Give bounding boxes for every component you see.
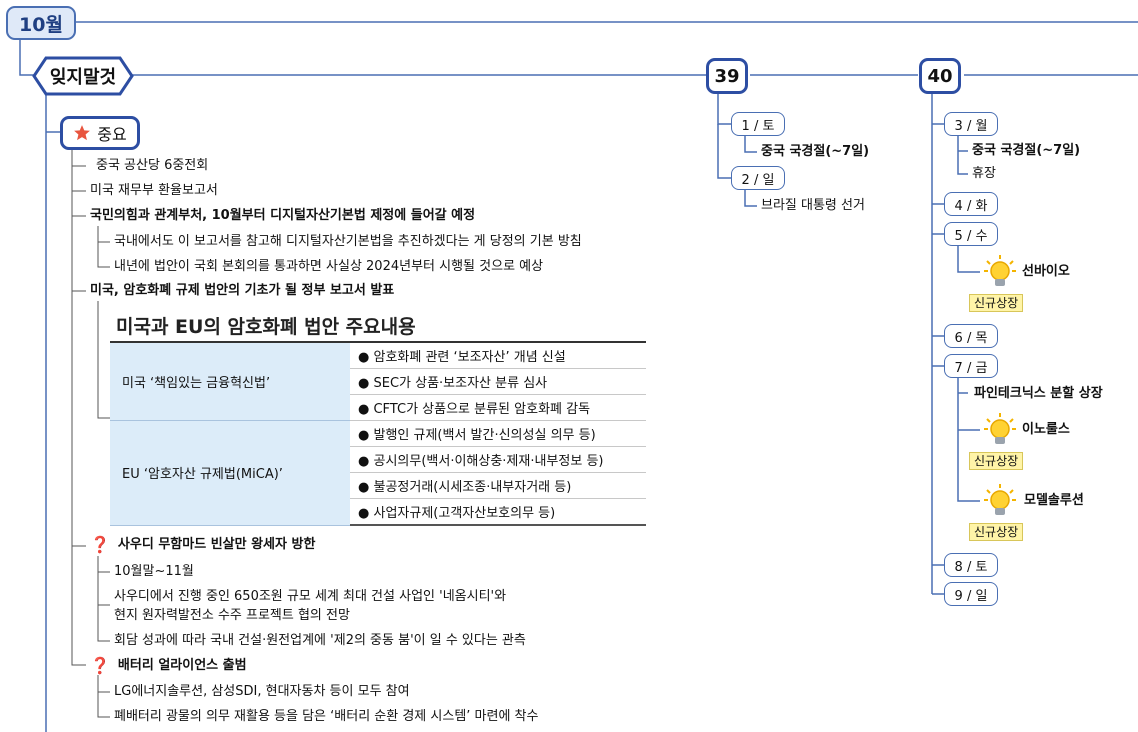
crypto-law-table: 미국 ‘책임있는 금융혁신법’ ● 암호화폐 관련 ‘보조자산’ 개념 신설 ●… (110, 341, 646, 526)
branch-title: 잊지말것 (49, 67, 117, 88)
saudi-line: 10월말~11월 (114, 564, 194, 579)
table-point: ● SEC가 상품·보조자산 분류 심사 (350, 368, 646, 395)
event-market-closed: 휴장 (972, 166, 996, 181)
table-point: ● 암호화폐 관련 ‘보조자산’ 개념 신설 (350, 341, 646, 369)
group-us-name: 미국 ‘책임있는 금융혁신법’ (110, 341, 350, 421)
table-point: ● 발행인 규제(백서 발간·신의성실 의무 등) (350, 420, 646, 447)
ipo-inorules: 이노룰스 (1022, 422, 1070, 437)
question-icon: ❓ (90, 656, 110, 675)
week-40-node[interactable]: 40 (919, 58, 961, 94)
item-battery: ❓ 배터리 얼라이언스 출범 (90, 656, 247, 675)
day-8[interactable]: 8 / 토 (944, 553, 998, 577)
saudi-line: 현지 원자력발전소 수주 프로젝트 협의 전망 (114, 608, 350, 623)
day-5[interactable]: 5 / 수 (944, 222, 998, 246)
branch-node[interactable]: 잊지말것 (32, 56, 134, 96)
ipo-modelsolution: 모델솔루션 (1024, 493, 1084, 508)
new-listing-badge: 신규상장 (969, 294, 1024, 312)
day-6[interactable]: 6 / 목 (944, 324, 998, 348)
item-us-crypto-report: 미국, 암호화폐 규제 법안의 기초가 될 정부 보고서 발표 (90, 283, 395, 298)
battery-line: 폐배터리 광물의 의무 재활용 등을 담은 ‘배터리 순환 경제 시스템’ 마련… (114, 709, 539, 724)
item-china-plenum: 중국 공산당 6중전회 (96, 158, 209, 173)
week-39-node[interactable]: 39 (706, 58, 748, 94)
day-4[interactable]: 4 / 화 (944, 192, 998, 216)
table-point: ● CFTC가 상품으로 분류된 암호화폐 감독 (350, 394, 646, 421)
important-label: 중요 (97, 125, 127, 144)
event-brazil-election: 브라질 대통령 선거 (761, 198, 865, 213)
item-digital-asset-schedule: 내년에 법안이 국회 본회의를 통과하면 사실상 2024년부터 시행될 것으로… (114, 259, 544, 274)
bulb-icon (983, 254, 1017, 294)
question-icon: ❓ (90, 535, 110, 554)
item-digital-asset-policy: 국내에서도 이 보고서를 참고해 디지털자산기본법을 추진하겠다는 게 당정의 … (114, 234, 582, 249)
table-point: ● 불공정거래(시세조종·내부자거래 등) (350, 472, 646, 499)
day-2[interactable]: 2 / 일 (731, 166, 785, 190)
table-title: 미국과 EU의 암호화폐 법안 주요내용 (116, 316, 416, 338)
event-pinetechnics-split: 파인테크닉스 분할 상장 (974, 386, 1103, 401)
event-china-holiday: 중국 국경절(~7일) (761, 144, 870, 159)
saudi-line: 회담 성과에 따라 국내 건설·원전업계에 '제2의 중동 붐'이 일 수 있다… (114, 633, 526, 648)
ipo-sunbio: 선바이오 (1022, 264, 1070, 279)
star-icon (74, 125, 91, 141)
item-saudi: ❓ 사우디 무함마드 빈살만 왕세자 방한 (90, 535, 316, 554)
group-eu-name: EU ‘암호자산 규제법(MiCA)’ (110, 420, 350, 526)
month-node[interactable]: 10월 (6, 6, 76, 40)
bulb-icon (983, 483, 1017, 523)
table-point: ● 공시의무(백서·이해상충·제재·내부정보 등) (350, 446, 646, 473)
day-7[interactable]: 7 / 금 (944, 354, 998, 378)
item-fx-report: 미국 재무부 환율보고서 (90, 183, 218, 198)
event-china-holiday: 중국 국경절(~7일) (972, 143, 1081, 158)
bulb-icon (983, 412, 1017, 452)
day-9[interactable]: 9 / 일 (944, 582, 998, 606)
new-listing-badge: 신규상장 (969, 452, 1024, 470)
saudi-line: 사우디에서 진행 중인 650조원 규모 세계 최대 건설 사업인 '네옴시티'… (114, 589, 507, 604)
day-1[interactable]: 1 / 토 (731, 112, 785, 136)
new-listing-badge: 신규상장 (969, 523, 1024, 541)
item-digital-asset-law: 국민의힘과 관계부처, 10월부터 디지털자산기본법 제정에 들어갈 예정 (90, 208, 476, 223)
day-3[interactable]: 3 / 월 (944, 112, 998, 136)
important-node[interactable]: 중요 (60, 116, 140, 150)
battery-line: LG에너지솔루션, 삼성SDI, 현대자동차 등이 모두 참여 (114, 684, 410, 699)
table-point: ● 사업자규제(고객자산보호의무 등) (350, 498, 646, 526)
